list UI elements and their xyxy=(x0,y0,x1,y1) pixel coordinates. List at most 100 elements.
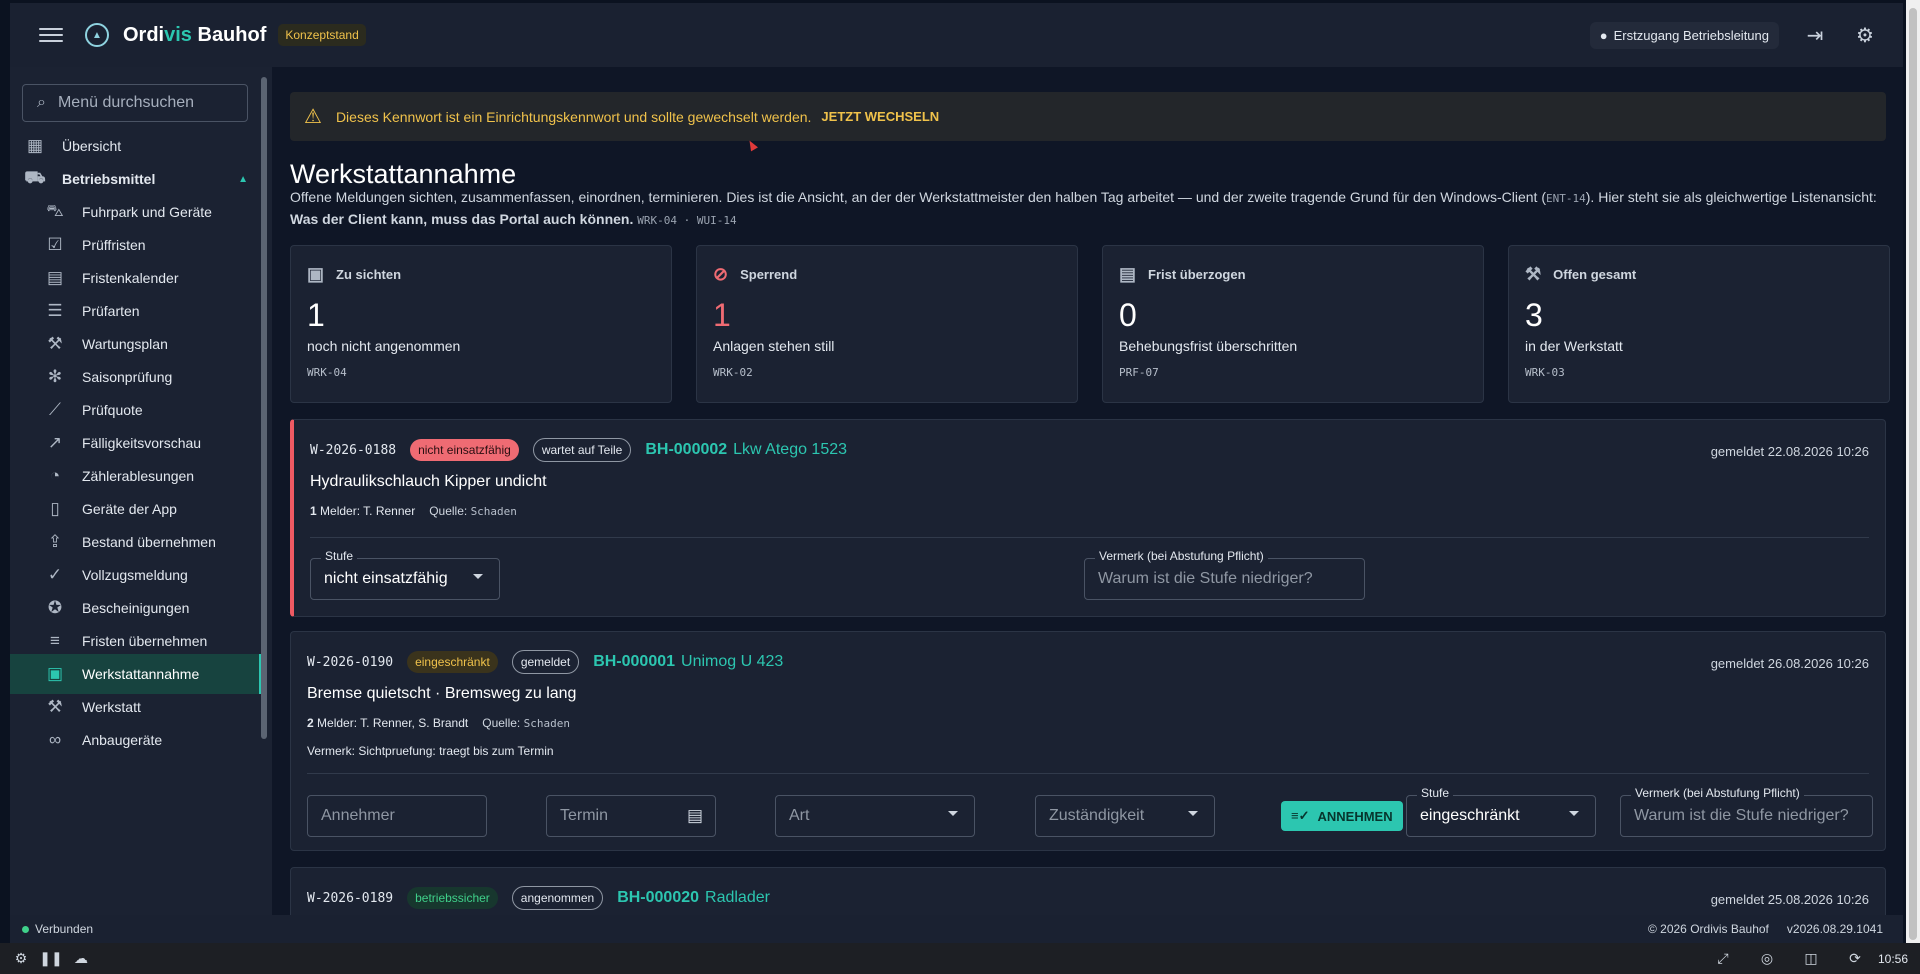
gauge-icon: ◔ xyxy=(49,466,61,485)
card-title: Hydraulikschlauch Kipper undicht xyxy=(310,473,547,490)
top-bar: ▲ Ordivis Bauhof Konzeptstand ● Erstzuga… xyxy=(10,3,1903,67)
warning-icon: ⚠ xyxy=(304,106,322,128)
status-badge: eingeschränkt xyxy=(407,651,498,673)
status-badge: Konzeptstand xyxy=(278,24,366,46)
wrench-icon: ⚒ xyxy=(1525,264,1542,284)
stufe-select[interactable]: Stufe eingeschränkt xyxy=(1406,786,1596,837)
user-button[interactable]: ● Erstzugang Betriebsleitung xyxy=(1589,21,1779,49)
workshop-card: W-2026-0189 betriebssicher angenommen BH… xyxy=(290,867,1886,915)
menu-search-input[interactable]: ⌕ Menü durchsuchen xyxy=(22,84,248,122)
snowflake-icon: ✻ xyxy=(47,367,63,386)
chart-icon: ⟋ xyxy=(49,400,61,419)
settings-icon[interactable]: ⚙ xyxy=(12,950,30,968)
asset-link[interactable]: BH-000020 xyxy=(617,889,699,907)
capture-icon[interactable]: ◎ xyxy=(1758,950,1776,968)
card-note: Vermerk: Sichtpruefung: traegt bis zum T… xyxy=(307,744,554,758)
dashboard-icon: ▦ xyxy=(26,136,44,155)
page-title: Werkstattannahme xyxy=(290,159,517,189)
person-icon: ● xyxy=(1599,27,1608,43)
calendar-icon: ▤ xyxy=(46,268,64,287)
chevron-down-icon xyxy=(473,574,483,579)
stufe-select[interactable]: Stufe nicht einsatzfähig xyxy=(310,549,500,600)
asset-name[interactable]: Lkw Atego 1523 xyxy=(733,441,847,459)
app-title: Ordivis Bauhof xyxy=(123,23,267,46)
card-title: Bremse quietscht · Bremsweg zu lang xyxy=(307,685,577,702)
clipboard-check-icon: ✓ xyxy=(47,565,63,584)
accept-button[interactable]: ≡✓ ANNEHMEN xyxy=(1281,801,1403,831)
work-order-number: W-2026-0189 xyxy=(307,890,394,906)
chevron-down-icon xyxy=(948,811,958,816)
block-icon: ⊘ xyxy=(713,264,729,284)
art-select[interactable]: Art xyxy=(775,795,975,837)
sidebar: ⌕ Menü durchsuchen ▦ Übersicht ⛟ Betriebsm… xyxy=(10,67,272,915)
phone-icon: ▯ xyxy=(50,499,60,518)
pause-icon[interactable]: ❚❚ xyxy=(39,950,62,968)
expand-icon[interactable]: ⤢ xyxy=(1714,950,1732,968)
asset-link[interactable]: BH-000002 xyxy=(645,441,727,459)
kpi-offen-gesamt[interactable]: ⚒ Offen gesamt 3 in der Werkstatt WRK-03 xyxy=(1508,245,1890,403)
asset-name[interactable]: Unimog U 423 xyxy=(681,653,783,671)
card-meta: 2 Melder: T. Renner, S. Brandt Quelle: S… xyxy=(307,716,570,730)
split-icon[interactable]: ◫ xyxy=(1802,950,1820,968)
car-icon: ⛍ xyxy=(46,201,64,220)
search-icon: ⌕ xyxy=(37,94,46,111)
card-meta: 1 Melder: T. Renner Quelle: Schaden xyxy=(310,504,517,518)
status-badge: betriebssicher xyxy=(407,887,498,909)
termin-input[interactable]: Termin ▤ xyxy=(546,795,716,837)
reported-date: gemeldet 22.08.2026 10:26 xyxy=(1710,444,1869,459)
sidebar-scrollbar[interactable] xyxy=(261,71,267,739)
vermerk-input[interactable]: Vermerk (bei Abstufung Pflicht) Warum is… xyxy=(1620,786,1873,837)
state-badge: gemeldet xyxy=(511,650,580,674)
logout-icon[interactable]: ⇥ xyxy=(1801,21,1829,49)
chevron-up-icon: ▲ xyxy=(238,173,248,185)
sidebar-item-anbaugeraete[interactable]: ∞ Anbaugeräte xyxy=(42,720,262,760)
kpi-frist-ueberzogen[interactable]: ▤ Frist überzogen 0 Behebungsfrist übersc… xyxy=(1102,245,1484,403)
zustaendigkeit-select[interactable]: Zuständigkeit xyxy=(1035,795,1215,837)
change-password-link[interactable]: JETZT WECHSELN xyxy=(821,109,939,124)
connection-status-icon xyxy=(22,925,29,933)
window-scrollbar[interactable] xyxy=(1906,0,1920,974)
kpi-zu-sichten[interactable]: ▣ Zu sichten 1 noch nicht angenommen WRK-… xyxy=(290,245,672,403)
accept-icon: ≡✓ xyxy=(1291,808,1310,823)
wrench-icon: ⚒ xyxy=(47,697,63,716)
chevron-down-icon xyxy=(1188,811,1198,816)
inbox-icon: ▣ xyxy=(46,664,64,683)
status-badge: nicht einsatzfähig xyxy=(410,439,519,461)
inbox-icon: ▣ xyxy=(307,264,325,284)
list-check-icon: ≡ xyxy=(50,631,60,650)
password-alert: ⚠ Dieses Kennwort ist ein Einrichtungske… xyxy=(290,92,1886,141)
checklist-icon: ☰ xyxy=(47,301,63,320)
sync-icon[interactable]: ⟳ xyxy=(1846,950,1864,968)
kpi-sperrend[interactable]: ⊘ Sperrend 1 Anlagen stehen still WRK-02 xyxy=(696,245,1078,403)
reported-date: gemeldet 25.08.2026 10:26 xyxy=(1710,892,1869,907)
trend-icon: ↗ xyxy=(47,433,63,452)
state-badge: angenommen xyxy=(511,886,604,910)
work-order-number: W-2026-0188 xyxy=(310,442,397,458)
chevron-down-icon xyxy=(1569,811,1579,816)
truck-icon: ⛟ xyxy=(24,168,46,187)
workshop-card: W-2026-0188 nicht einsatzfähig wartet au… xyxy=(290,419,1886,617)
page-description: Offene Meldungen sichten, zusammenfassen… xyxy=(290,189,1877,227)
theme-icon[interactable]: ⚙ xyxy=(1851,21,1879,49)
calendar-icon[interactable]: ▤ xyxy=(687,806,703,826)
wrench-icon: ⚒ xyxy=(47,334,63,353)
calendar-x-icon: ▤ xyxy=(1119,264,1137,284)
calendar-check-icon: ☑ xyxy=(47,235,63,254)
link-icon: ∞ xyxy=(48,730,62,749)
annehmer-input[interactable]: Annehmer xyxy=(307,795,487,837)
workshop-card: W-2026-0190 eingeschränkt gemeldet BH-00… xyxy=(290,631,1886,851)
state-badge: wartet auf Teile xyxy=(532,438,632,462)
status-bar: Verbunden © 2026 Ordivis Bauhof v2026.08… xyxy=(10,915,1903,943)
work-order-number: W-2026-0190 xyxy=(307,654,394,670)
vermerk-input[interactable]: Vermerk (bei Abstufung Pflicht) Warum is… xyxy=(1084,549,1365,600)
cloud-icon[interactable]: ☁ xyxy=(72,950,90,968)
clock: 10:56 xyxy=(1877,951,1908,966)
badge-check-icon: ✪ xyxy=(47,598,63,617)
main-content: ⚠ Dieses Kennwort ist ein Einrichtungske… xyxy=(272,67,1903,915)
reported-date: gemeldet 26.08.2026 10:26 xyxy=(1710,656,1869,671)
asset-link[interactable]: BH-000001 xyxy=(593,653,675,671)
asset-name[interactable]: Radlader xyxy=(705,889,770,907)
logo-icon: ▲ xyxy=(85,23,109,47)
taskbar: ⚙ ❚❚ ☁ ⤢ ◎ ◫ ⟳ 10:56 xyxy=(0,943,1920,974)
menu-icon[interactable] xyxy=(37,25,65,45)
